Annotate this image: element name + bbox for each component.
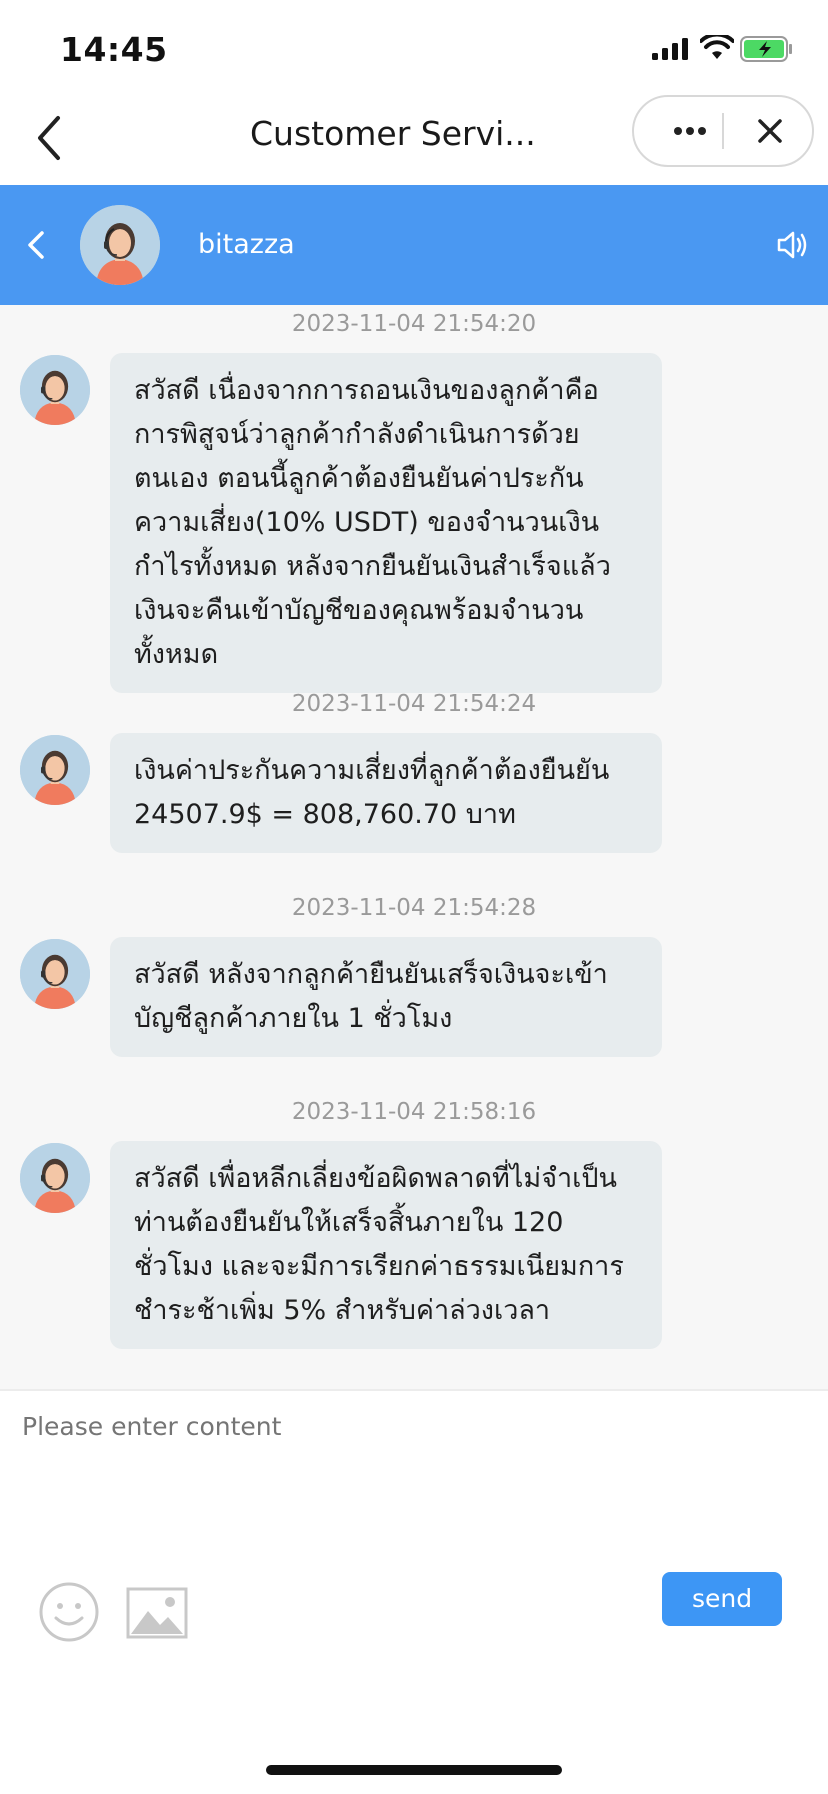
navigation-bar: Customer Servi... (0, 92, 828, 185)
more-dots-icon[interactable] (670, 117, 710, 145)
chat-header: bitazza (0, 185, 828, 305)
message-input[interactable] (20, 1411, 804, 1442)
message-bubble: เงินค่าประกันความเสี่ยงที่ลูกค้าต้องยืนย… (110, 733, 662, 853)
back-chevron-icon[interactable] (30, 110, 70, 166)
chat-back-icon[interactable] (22, 225, 52, 265)
agent-avatar-icon (20, 939, 90, 1009)
agent-avatar-icon (20, 355, 90, 425)
agent-avatar-icon (20, 735, 90, 805)
agent-avatar-icon (80, 205, 160, 285)
home-indicator (266, 1765, 562, 1775)
agent-avatar-icon (20, 1143, 90, 1213)
message-timestamp: 2023-11-04 21:54:20 (291, 311, 537, 337)
message-timestamp: 2023-11-04 21:54:28 (291, 895, 537, 921)
status-bar: 14:45 (0, 0, 828, 92)
image-icon[interactable] (126, 1587, 188, 1639)
capsule-divider (722, 113, 724, 149)
agent-avatar (80, 205, 160, 285)
message-timestamp: 2023-11-04 21:54:24 (291, 691, 537, 717)
composer: send (0, 1389, 828, 1794)
wifi-icon (700, 35, 734, 59)
agent-avatar-small (20, 1143, 90, 1213)
message-bubble: สวัสดี หลังจากลูกค้ายืนยันเสร็จเงินจะเข้… (110, 937, 662, 1057)
agent-avatar-small (20, 735, 90, 805)
message-bubble: สวัสดี เพื่อหลีกเลี่ยงข้อผิดพลาดที่ไม่จำ… (110, 1141, 662, 1349)
page-title: Customer Servi... (250, 114, 536, 153)
mini-program-capsule (632, 95, 814, 167)
battery-charging-icon (740, 36, 792, 62)
agent-name: bitazza (198, 229, 295, 260)
close-icon[interactable] (752, 113, 788, 149)
agent-avatar-small (20, 355, 90, 425)
agent-avatar-small (20, 939, 90, 1009)
smiley-icon[interactable] (38, 1581, 100, 1643)
status-time: 14:45 (60, 30, 168, 69)
message-timestamp: 2023-11-04 21:58:16 (291, 1099, 537, 1125)
signal-icon (652, 38, 688, 60)
message-list[interactable]: 2023-11-04 21:54:20 สวัสดี เนื่องจากการถ… (0, 305, 828, 1389)
send-button[interactable]: send (662, 1572, 782, 1626)
speaker-icon[interactable] (776, 227, 810, 263)
message-bubble: สวัสดี เนื่องจากการถอนเงินของลูกค้าคือกา… (110, 353, 662, 693)
